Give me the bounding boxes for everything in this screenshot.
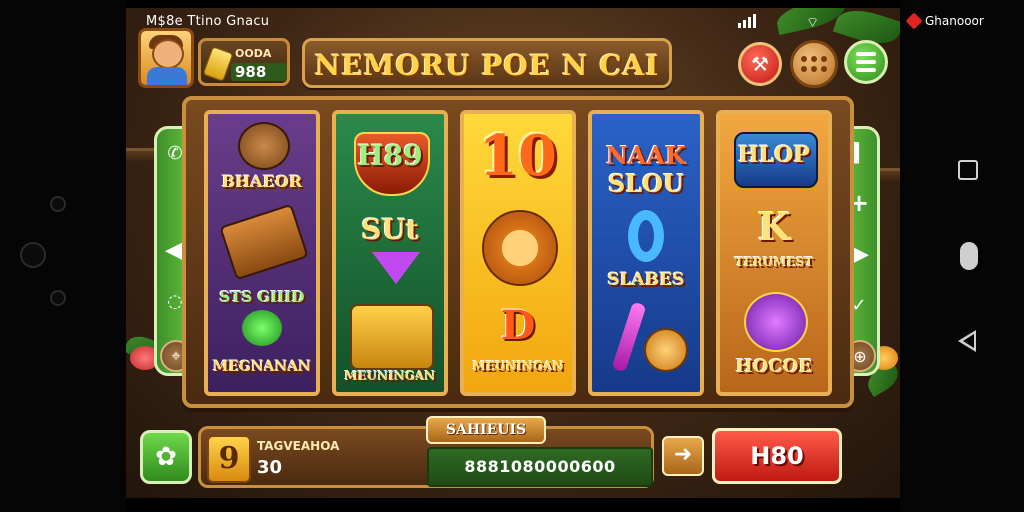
green-gem-symbol <box>242 310 282 346</box>
reel-2-bottom-b: MEUNINGAN <box>344 369 436 383</box>
avatar-face <box>152 39 184 69</box>
reel-4-top-label: NAAK <box>605 141 687 170</box>
game-scene: M$8e Ttino Gnacu ⌔ OODA 988 NEMORU POE N… <box>126 8 900 498</box>
scroll-symbol <box>350 304 434 370</box>
gem-symbol <box>372 252 420 284</box>
reel-4-top-b-label: SLOU <box>607 169 685 198</box>
info-tab[interactable]: SAHIEUIS <box>426 416 546 444</box>
bet-value: 30 <box>257 457 283 478</box>
back-button[interactable] <box>958 330 976 352</box>
win-value: 8881080000600 <box>464 457 616 476</box>
reel-4-middle-label: SLABES <box>607 270 685 290</box>
reel-5-top-label: HLOP <box>738 142 810 168</box>
reel-5-bottom-b: HOCOE <box>735 356 813 377</box>
hamburger-icon <box>856 52 876 72</box>
game-title-plate: NEMORU POE N CAI <box>302 38 672 88</box>
wifi-icon: ⌔ <box>806 15 820 31</box>
win-display: 8881080000600 <box>427 447 653 487</box>
phone-bezel-left <box>0 0 126 512</box>
reel-3-top-label: 10 <box>479 123 557 189</box>
reel-5[interactable]: HLOP K TERUMEST HOCOE <box>716 110 832 396</box>
reel-1-bottom-a: STS GIIID <box>219 288 305 306</box>
phone-sensor-top <box>50 196 66 212</box>
signal-icon <box>738 14 756 28</box>
bet-level-badge: 9 <box>207 435 251 483</box>
bg-shelf-left <box>126 148 156 161</box>
blue-ring-symbol <box>628 210 664 262</box>
options-button[interactable] <box>790 40 838 88</box>
spin-button[interactable]: H80 <box>712 428 842 484</box>
next-button[interactable]: ➜ <box>662 436 704 476</box>
brand-mark: Ghanooor <box>905 12 984 30</box>
grid-dots-icon <box>801 56 827 72</box>
brand-label: Ghanooor <box>925 14 984 28</box>
wand-symbol <box>611 301 647 373</box>
brand-logo-icon <box>905 12 923 30</box>
player-avatar[interactable] <box>138 28 194 88</box>
home-button[interactable] <box>960 242 978 270</box>
coin-label: OODA <box>235 47 272 60</box>
bonus-button[interactable]: ✿ <box>140 430 192 484</box>
status-bar-text: M$8e Ttino Gnacu <box>146 14 270 29</box>
reel-3-bottom-a: D <box>500 302 536 349</box>
coin-stack-symbol <box>644 328 688 372</box>
purple-gem-symbol <box>744 292 808 352</box>
lion-symbol <box>482 210 558 286</box>
coin-icon <box>202 46 234 82</box>
monkey-symbol <box>238 122 290 170</box>
avatar-body <box>147 67 187 85</box>
phone-sensor-bottom <box>50 290 66 306</box>
bet-label: TAGVEAHOA <box>257 439 340 453</box>
arrow-right-icon: ➜ <box>673 442 693 467</box>
reel-3[interactable]: 10 D MEUNINGAN <box>460 110 576 396</box>
tools-button[interactable]: ⚒ <box>738 42 782 86</box>
coin-balance[interactable]: OODA 988 <box>198 38 290 86</box>
reel-2-top-label: H89 <box>357 139 423 172</box>
reel-3-bottom-b: MEUNINGAN <box>472 359 564 373</box>
phone-camera <box>20 242 46 268</box>
phone-bezel-right <box>900 0 1024 512</box>
reel-frame: BHAEOR STS GIIID MEGNANAN H89 SUt MEUNIN… <box>182 96 854 408</box>
clover-icon: ✿ <box>155 442 177 472</box>
menu-button[interactable] <box>844 40 888 84</box>
reel-2[interactable]: H89 SUt MEUNINGAN <box>332 110 448 396</box>
reel-2-middle-label: SUt <box>361 213 419 246</box>
chest-symbol <box>219 203 309 281</box>
reel-1[interactable]: BHAEOR STS GIIID MEGNANAN <box>204 110 320 396</box>
reel-1-top-label: BHAEOR <box>221 172 303 191</box>
reel-5-middle-label: K <box>757 204 791 249</box>
reel-5-middle-b-label: TERUMEST <box>734 255 814 269</box>
coin-value: 988 <box>235 63 267 81</box>
hammer-icon: ⚒ <box>751 52 769 76</box>
recent-apps-button[interactable] <box>958 160 978 180</box>
reel-4[interactable]: NAAK SLOU SLABES <box>588 110 704 396</box>
reel-1-bottom-b: MEGNANAN <box>212 359 312 375</box>
game-title: NEMORU POE N CAI <box>314 49 660 82</box>
